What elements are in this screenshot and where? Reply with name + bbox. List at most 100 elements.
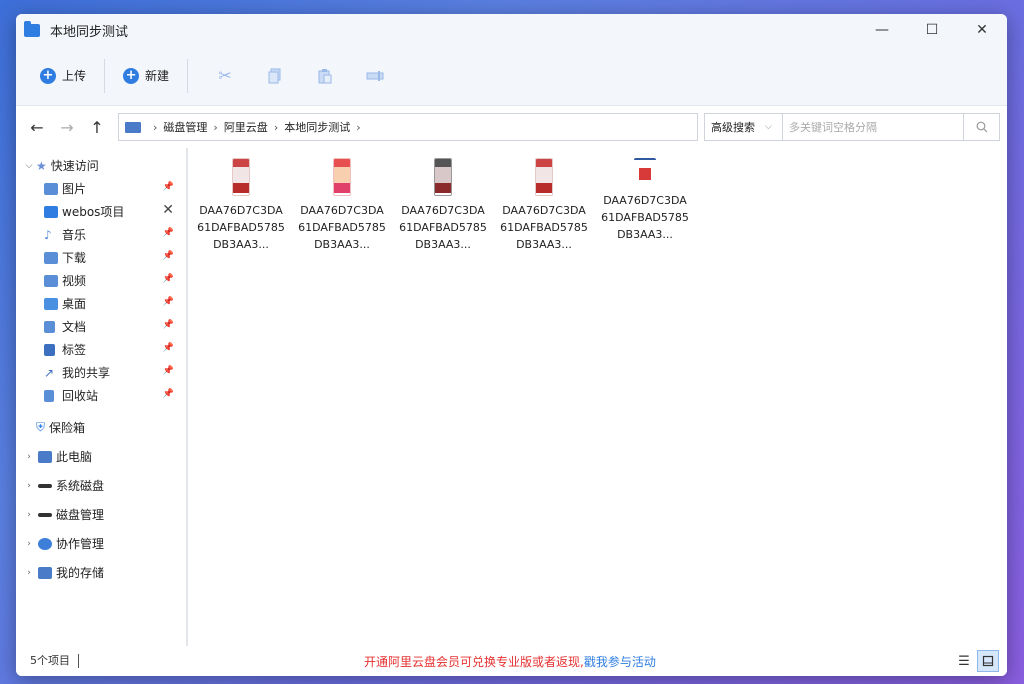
maximize-button[interactable]: ☐: [907, 14, 957, 46]
breadcrumb-item[interactable]: 本地同步测试: [284, 119, 350, 135]
pin-icon[interactable]: 📌: [163, 251, 174, 261]
file-name: DAA76D7C3DA61DAFBAD5785DB3AA3...: [197, 204, 285, 251]
promo-text: 开通阿里云盘会员可兑换专业版或者返现,: [364, 654, 584, 669]
pin-icon[interactable]: 📌: [163, 343, 174, 353]
list-view-icon[interactable]: ☰: [953, 650, 975, 672]
sidebar-item-label: 标签: [62, 343, 87, 357]
sidebar: ⌵ ★ 快速访问 图片 📌 webos项目 ✕ ♪ 音乐 📌 下载 📌 视频 📌…: [16, 148, 188, 654]
sidebar-item-collab[interactable]: › 协作管理: [16, 529, 186, 558]
sidebar-item-label: webos项目: [62, 205, 125, 219]
pin-icon[interactable]: 📌: [163, 389, 174, 399]
file-thumbnail: [634, 158, 656, 186]
sidebar-item-downloads[interactable]: 下载 📌: [16, 246, 186, 269]
breadcrumb-item[interactable]: 阿里云盘: [224, 119, 268, 135]
status-bar: 5个项目 开通阿里云盘会员可兑换专业版或者返现,戳我参与活动 ☰: [16, 646, 1007, 676]
promo-link[interactable]: 戳我参与活动: [584, 655, 656, 669]
cut-icon[interactable]: ✂: [214, 65, 236, 87]
chevron-right-icon: ›: [27, 567, 31, 578]
new-label: 新建: [145, 69, 170, 83]
icon-view-icon[interactable]: [977, 650, 999, 672]
sidebar-item-my-share[interactable]: ↗ 我的共享 📌: [16, 361, 186, 384]
sidebar-item-label: 文档: [62, 320, 87, 334]
download-icon: [44, 251, 58, 264]
sidebar-item-label: 视频: [62, 274, 87, 288]
file-name: DAA76D7C3DA61DAFBAD5785DB3AA3...: [601, 194, 689, 241]
file-item[interactable]: DAA76D7C3DA61DAFBAD5785DB3AA3...: [600, 158, 690, 243]
file-item[interactable]: DAA76D7C3DA61DAFBAD5785DB3AA3...: [398, 158, 488, 253]
shield-icon: ⛨: [36, 420, 46, 434]
sidebar-item-label: 回收站: [62, 389, 99, 403]
upload-button[interactable]: + 上传: [34, 61, 92, 91]
sidebar-item-music[interactable]: ♪ 音乐 📌: [16, 223, 186, 246]
sidebar-item-label: 图片: [62, 182, 87, 196]
close-button[interactable]: ✕: [957, 14, 1007, 46]
window-controls: — ☐ ✕: [857, 14, 1007, 46]
collab-icon: [38, 537, 52, 550]
search-icon[interactable]: [963, 114, 999, 140]
sidebar-item-label: 我的共享: [62, 366, 111, 380]
chevron-down-icon: ⌵: [765, 122, 772, 132]
image-icon: [44, 182, 58, 195]
toolbar-divider: [187, 58, 189, 93]
sidebar-item-vault[interactable]: ⛨ 保险箱: [16, 413, 186, 442]
share-icon: ↗: [44, 365, 55, 380]
sidebar-item-label: 磁盘管理: [56, 508, 105, 522]
pin-icon[interactable]: 📌: [163, 297, 174, 307]
sidebar-item-documents[interactable]: 文档 📌: [16, 315, 186, 338]
storage-icon: [38, 566, 52, 579]
breadcrumb-item[interactable]: 磁盘管理: [163, 119, 207, 135]
window-title: 本地同步测试: [50, 24, 129, 40]
search-box: 高级搜索 ⌵: [704, 113, 1000, 141]
pin-icon[interactable]: 📌: [163, 320, 174, 330]
search-input[interactable]: [783, 114, 963, 140]
disk-manage-icon: [38, 512, 52, 517]
search-mode-dropdown[interactable]: 高级搜索 ⌵: [705, 114, 783, 140]
desktop-icon: [44, 297, 58, 310]
sidebar-item-webos[interactable]: webos项目 ✕: [16, 200, 186, 223]
tag-icon: [44, 343, 55, 356]
pin-icon[interactable]: 📌: [163, 274, 174, 284]
file-thumbnail: [535, 158, 553, 196]
sidebar-item-label: 下载: [62, 251, 87, 265]
chevron-right-icon: ›: [27, 538, 31, 549]
promo-banner: 开通阿里云盘会员可兑换专业版或者返现,戳我参与活动: [364, 653, 656, 670]
sidebar-item-videos[interactable]: 视频 📌: [16, 269, 186, 292]
toolbar: + 上传 + 新建 ✂: [16, 46, 1007, 106]
disk-icon: [38, 483, 52, 488]
sidebar-item-trash[interactable]: 回收站 📌: [16, 384, 186, 407]
pin-icon[interactable]: 📌: [163, 228, 174, 238]
sidebar-item-quick-access[interactable]: ⌵ ★ 快速访问: [16, 154, 186, 177]
file-item[interactable]: DAA76D7C3DA61DAFBAD5785DB3AA3...: [297, 158, 387, 253]
pin-icon[interactable]: 📌: [163, 366, 174, 376]
plus-icon: +: [40, 67, 56, 84]
file-name: DAA76D7C3DA61DAFBAD5785DB3AA3...: [399, 204, 487, 251]
chevron-right-icon: ›: [273, 120, 279, 134]
file-thumbnail: [434, 158, 452, 196]
sidebar-item-tags[interactable]: 标签 📌: [16, 338, 186, 361]
new-button[interactable]: + 新建: [117, 61, 175, 91]
file-item[interactable]: DAA76D7C3DA61DAFBAD5785DB3AA3...: [499, 158, 589, 253]
main-area: ⌵ ★ 快速访问 图片 📌 webos项目 ✕ ♪ 音乐 📌 下载 📌 视频 📌…: [16, 148, 1007, 654]
trash-icon: [44, 389, 54, 402]
copy-icon[interactable]: [264, 65, 286, 87]
sidebar-item-desktop[interactable]: 桌面 📌: [16, 292, 186, 315]
minimize-button[interactable]: —: [857, 14, 907, 46]
sidebar-item-disk-manage[interactable]: › 磁盘管理: [16, 500, 186, 529]
sidebar-item-images[interactable]: 图片 📌: [16, 177, 186, 200]
chevron-right-icon: ›: [27, 451, 31, 462]
forward-arrow-icon[interactable]: →: [52, 112, 82, 142]
address-bar[interactable]: › 磁盘管理 › 阿里云盘 › 本地同步测试 ›: [118, 113, 698, 141]
sidebar-item-system-disk[interactable]: › 系统磁盘: [16, 471, 186, 500]
sidebar-item-this-pc[interactable]: › 此电脑: [16, 442, 186, 471]
up-arrow-icon[interactable]: ↑: [82, 112, 112, 142]
paste-icon[interactable]: [314, 65, 336, 87]
sidebar-item-label: 音乐: [62, 228, 87, 242]
folder-icon: [24, 20, 40, 37]
close-icon[interactable]: ✕: [162, 202, 174, 218]
rename-icon[interactable]: [364, 65, 386, 87]
file-item[interactable]: DAA76D7C3DA61DAFBAD5785DB3AA3...: [196, 158, 286, 253]
back-arrow-icon[interactable]: ←: [22, 112, 52, 142]
title-bar: 本地同步测试 — ☐ ✕: [16, 14, 1007, 46]
pin-icon[interactable]: 📌: [163, 182, 174, 192]
sidebar-item-my-storage[interactable]: › 我的存储: [16, 558, 186, 587]
